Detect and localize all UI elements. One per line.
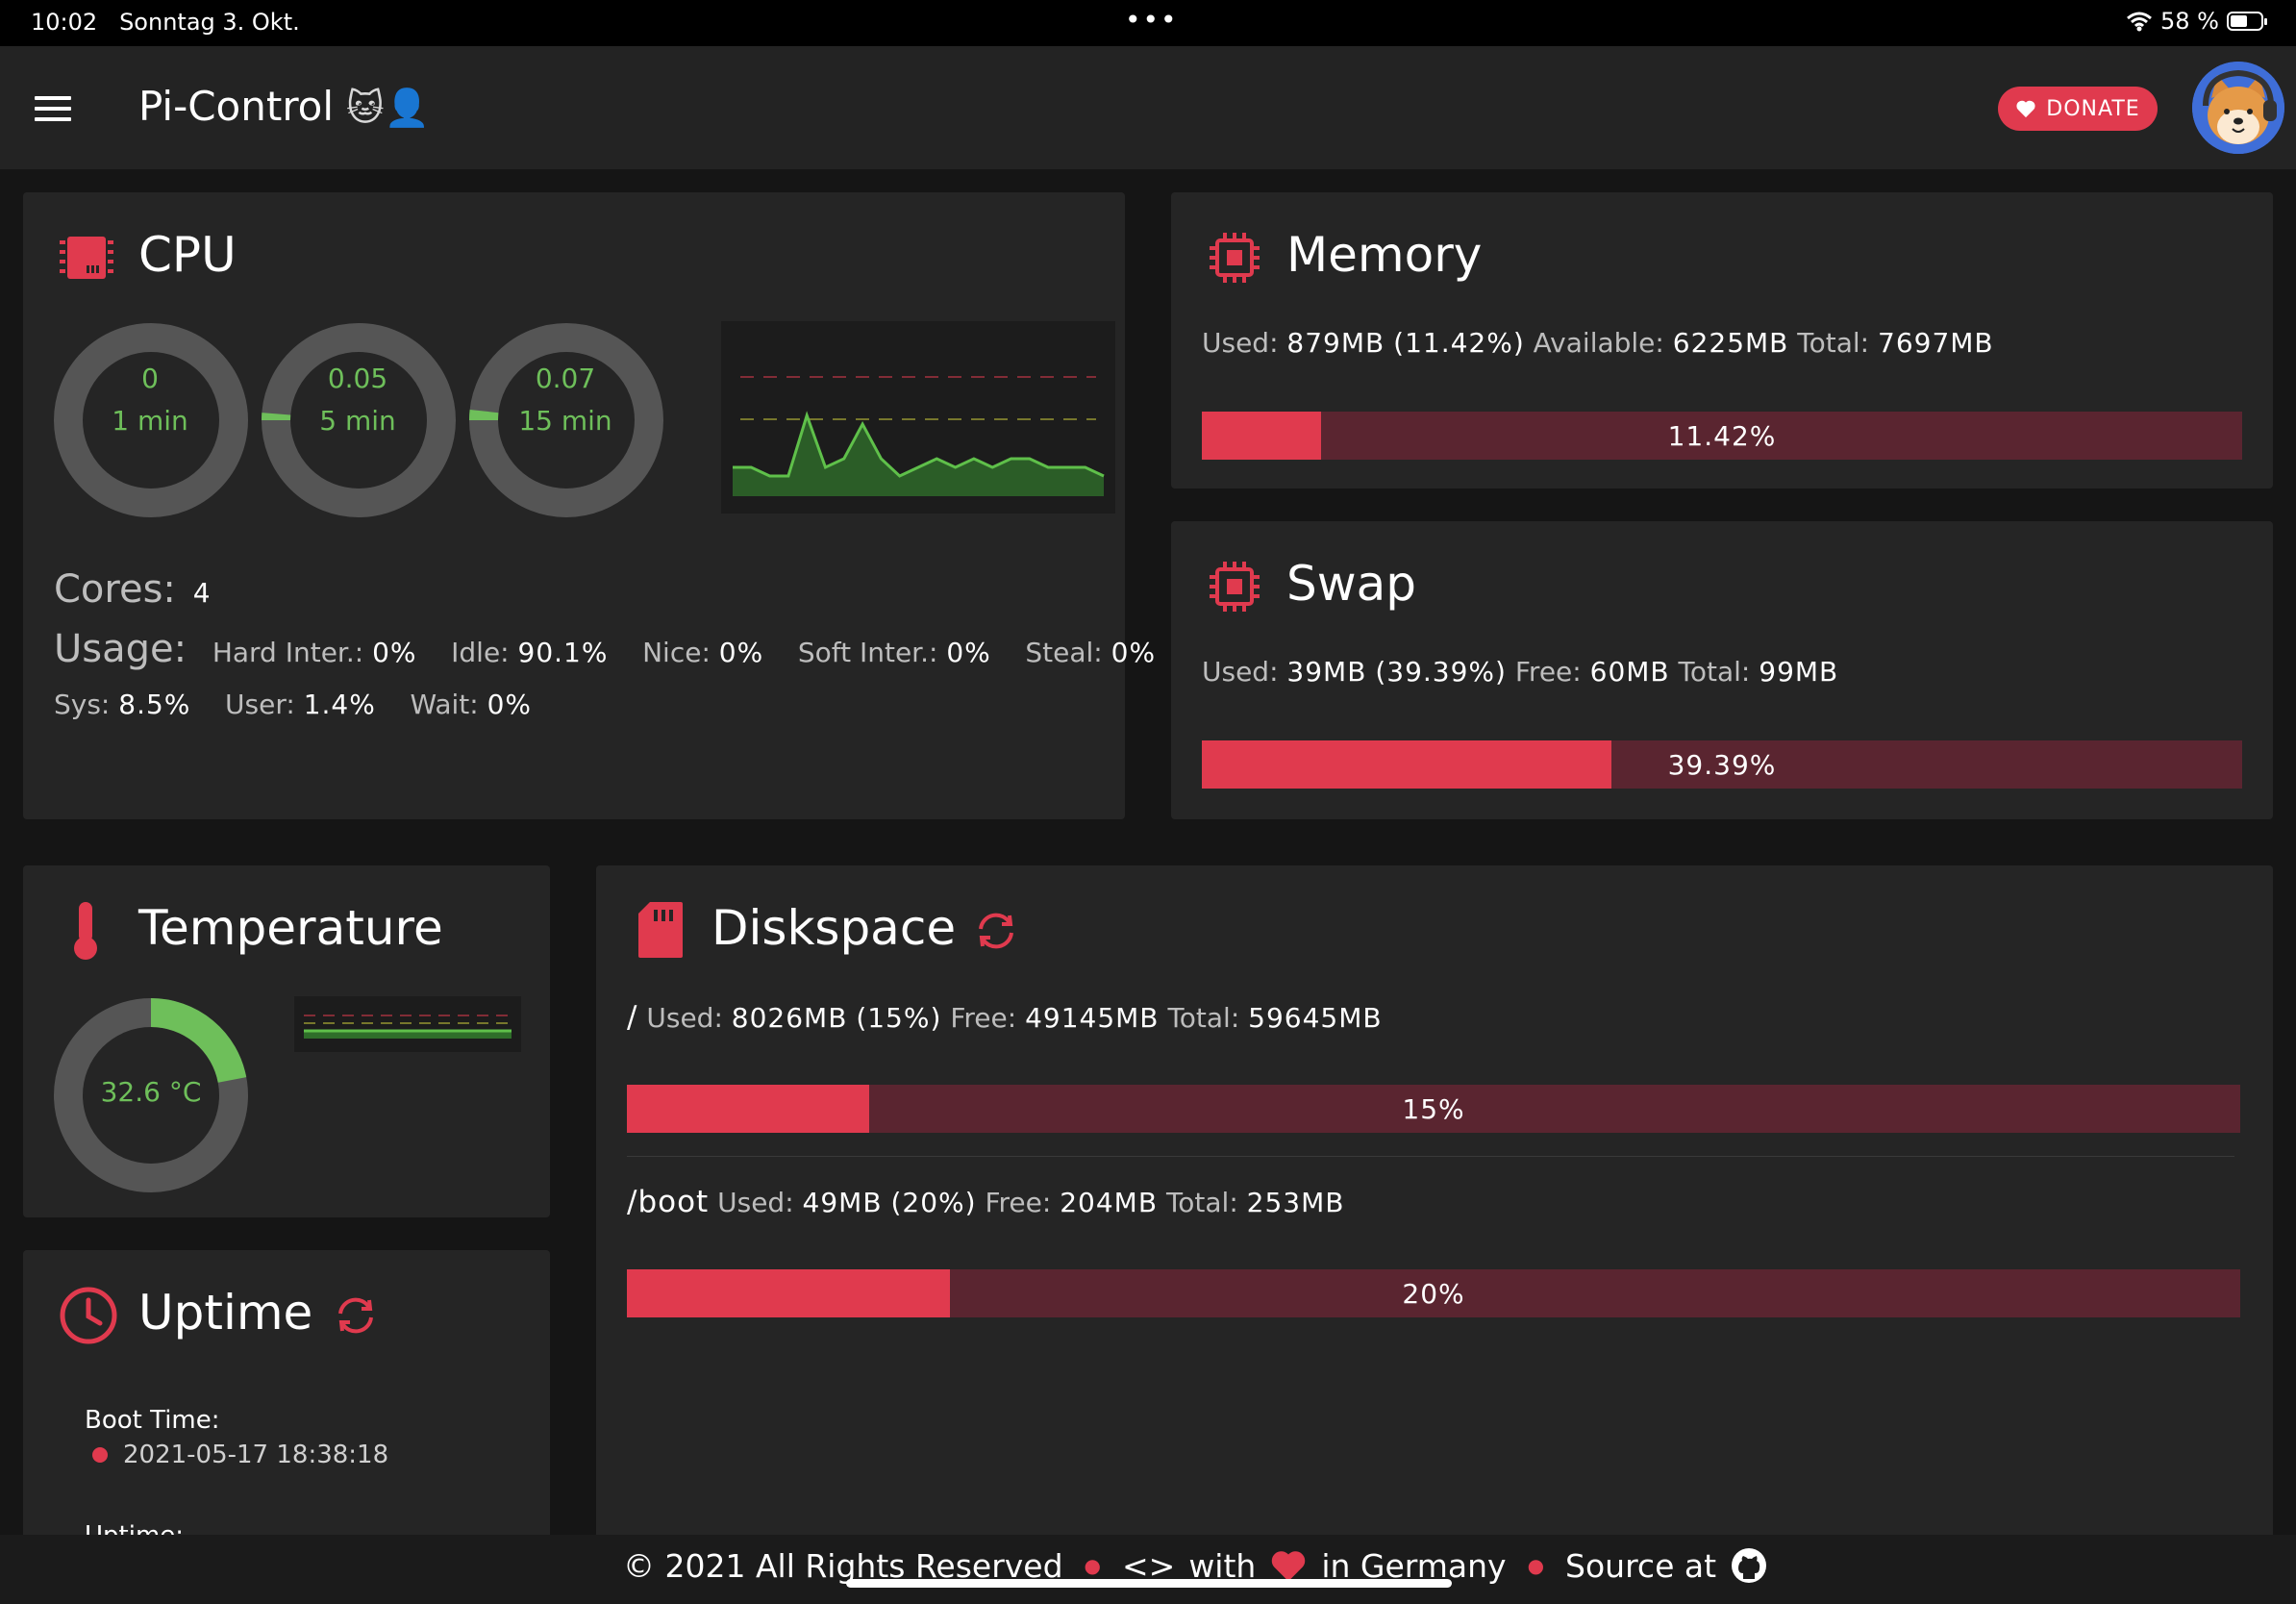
app-title: Pi-Control <box>138 83 335 130</box>
swap-chip-icon <box>1210 562 1260 612</box>
diskspace-title: Diskspace <box>711 900 957 956</box>
usage-label: Usage: <box>54 627 187 671</box>
disk-root-bar-text: 15% <box>1402 1092 1465 1125</box>
cpu-title: CPU <box>138 227 237 283</box>
heart-icon <box>2016 100 2035 118</box>
app-bar: Pi-Control 🐱👤 DONATE <box>0 46 2296 169</box>
footer-separator: ● <box>1527 1554 1545 1577</box>
cores-value: 4 <box>192 577 212 609</box>
usage-wait-value: 0% <box>487 689 533 720</box>
shiba-avatar-icon <box>2192 62 2284 154</box>
temperature-title: Temperature <box>138 900 443 956</box>
memory-chip-icon <box>1210 233 1260 283</box>
uptime-refresh-icon[interactable] <box>335 1296 377 1335</box>
diskspace-refresh-icon[interactable] <box>975 912 1017 950</box>
disk-divider <box>627 1156 2234 1157</box>
memory-bar-text: 11.42% <box>1667 419 1777 452</box>
cpu-history-chart <box>721 321 1115 514</box>
load-15min-text: 0.07 15 min <box>518 363 612 437</box>
swap-title: Swap <box>1286 556 1417 612</box>
status-time: 10:02 Sonntag 3. Okt. <box>31 9 300 36</box>
swap-card: Swap Used: 39MB (39.39%) Free: 60MB Tota… <box>1171 521 2273 819</box>
source-link[interactable]: Source at <box>1565 1547 1716 1585</box>
usage-wait-label: Wait: <box>410 689 479 720</box>
usage-user-value: 1.4% <box>303 689 376 720</box>
usage-soft-inter-label: Soft Inter.: <box>797 637 938 668</box>
donate-label: DONATE <box>2046 96 2140 121</box>
disk-root-info: / Used: 8026MB (15%) Free: 49145MB Total… <box>627 1000 1383 1035</box>
swap-info: Used: 39MB (39.39%) Free: 60MB Total: 99… <box>1202 656 1839 688</box>
usage-idle-label: Idle: <box>451 637 510 668</box>
disk-boot-bar-text: 20% <box>1402 1277 1465 1310</box>
footer-separator: ● <box>1084 1554 1101 1577</box>
usage-sys-label: Sys: <box>54 689 111 720</box>
cpu-chip-icon <box>60 237 113 279</box>
boot-time-value: 2021-05-17 18:38:18 <box>123 1441 389 1469</box>
usage-hard-inter-label: Hard Inter.: <box>212 637 364 668</box>
diskspace-card: Diskspace / Used: 8026MB (15%) Free: 491… <box>596 865 2273 1577</box>
temperature-value: 32.6 °C <box>100 1076 202 1108</box>
heart-icon <box>1272 1551 1306 1582</box>
temperature-history-chart <box>294 996 521 1052</box>
avatar[interactable] <box>2192 62 2284 154</box>
github-icon[interactable] <box>1730 1546 1768 1585</box>
clock-icon <box>60 1287 117 1344</box>
boot-time-value-row: 2021-05-17 18:38:18 <box>92 1441 388 1469</box>
memory-bar: 11.42% <box>1202 412 2242 460</box>
usage-soft-inter-value: 0% <box>946 637 991 668</box>
cpu-card: CPU 01 min 0.05 5 min 0.07 15 min Cores: 4… <box>23 192 1155 819</box>
uptime-title: Uptime <box>138 1285 313 1341</box>
usage-line: Usage: Hard Inter.: 0% Idle: 90.1% Nice:… <box>54 627 1156 671</box>
disk-boot-bar: 20% <box>627 1269 2240 1317</box>
swap-bar: 39.39% <box>1202 740 2242 789</box>
usage-steal-value: 0% <box>1111 637 1157 668</box>
uptime-card: Uptime Boot Time: 2021-05-17 18:38:18 Up… <box>23 1250 550 1577</box>
swap-bar-text: 39.39% <box>1667 748 1777 781</box>
cores-label: Cores: <box>54 567 176 612</box>
disk-root-bar: 15% <box>627 1085 2240 1133</box>
battery-icon <box>2227 12 2267 31</box>
status-bar: 10:02 Sonntag 3. Okt. ••• 58 % <box>0 0 2296 46</box>
temperature-card: Temperature 32.6 °C <box>23 865 550 1217</box>
usage-user-label: User: <box>225 689 295 720</box>
usage-steal-label: Steal: <box>1025 637 1103 668</box>
footer: © 2021 All Rights Reserved ● <> with in … <box>0 1535 2296 1604</box>
wifi-icon <box>2127 12 2152 32</box>
home-indicator[interactable] <box>846 1579 1452 1588</box>
status-right: 58 % <box>2126 8 2267 35</box>
battery-percent: 58 % <box>2160 8 2219 35</box>
status-dot <box>92 1447 108 1463</box>
usage-hard-inter-value: 0% <box>372 637 417 668</box>
memory-card: Memory Used: 879MB (11.42%) Available: 6… <box>1171 192 2273 489</box>
boot-time-label: Boot Time: <box>85 1406 220 1435</box>
load-5min-text: 0.05 5 min <box>319 363 396 437</box>
disk-boot-info: /boot Used: 49MB (20%) Free: 204MB Total… <box>627 1185 1345 1219</box>
app-title-emoji: 🐱👤 <box>346 87 430 129</box>
load-1min-text: 01 min <box>112 363 188 437</box>
memory-info: Used: 879MB (11.42%) Available: 6225MB T… <box>1202 327 1994 359</box>
usage-nice-value: 0% <box>718 637 764 668</box>
usage-nice-label: Nice: <box>642 637 711 668</box>
sd-card-icon <box>638 902 683 958</box>
usage-sys-value: 8.5% <box>118 689 191 720</box>
thermometer-icon <box>74 902 97 960</box>
usage-line-2: Sys: 8.5% User: 1.4% Wait: 0% <box>54 689 532 720</box>
hamburger-menu-icon[interactable] <box>35 96 71 121</box>
cores-line: Cores: 4 <box>54 567 212 612</box>
multitasking-dots-icon[interactable]: ••• <box>1125 4 1179 36</box>
donate-button[interactable]: DONATE <box>1998 87 2158 131</box>
memory-title: Memory <box>1286 227 1483 283</box>
usage-idle-value: 90.1% <box>517 637 609 668</box>
